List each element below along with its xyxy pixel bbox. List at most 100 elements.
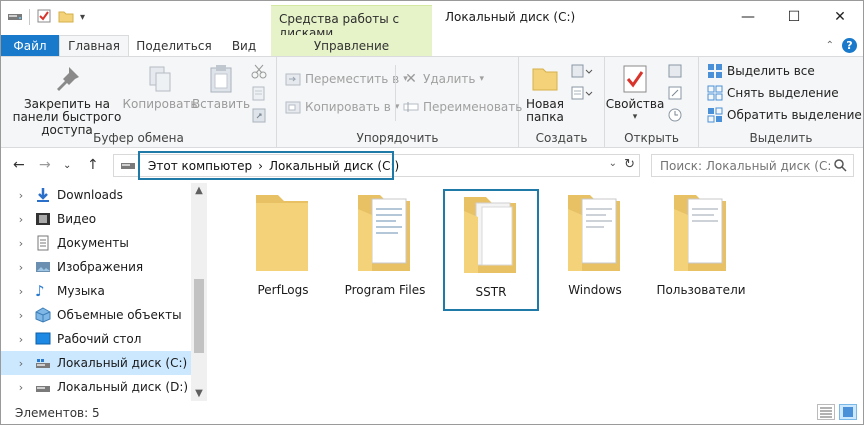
folder-label: Windows [568, 283, 622, 297]
collapse-ribbon-icon[interactable]: ⌃ [826, 40, 834, 51]
expand-icon[interactable]: › [13, 309, 29, 322]
search-icon[interactable] [833, 158, 847, 175]
new-folder-qat-icon[interactable] [58, 8, 74, 27]
close-button[interactable]: ✕ [817, 1, 863, 33]
copy-to-button[interactable]: Копировать в ▾ [285, 97, 399, 117]
invert-selection-button[interactable]: Обратить выделение [707, 105, 862, 125]
tab-manage[interactable]: Управление [271, 35, 432, 56]
paste-button[interactable]: Вставить [192, 63, 250, 111]
invert-selection-label: Обратить выделение [727, 108, 862, 122]
search-input[interactable] [652, 155, 832, 176]
expand-icon[interactable]: › [13, 213, 29, 226]
tab-file[interactable]: Файл [1, 35, 59, 56]
nav-item-music[interactable]: › ♪ Музыка [1, 279, 191, 303]
refresh-icon[interactable]: ↻ [624, 157, 635, 172]
move-to-icon [285, 71, 301, 87]
nav-item-documents[interactable]: › Документы [1, 231, 191, 255]
copy-path-icon[interactable] [251, 85, 267, 104]
up-button[interactable]: ↑ [87, 157, 99, 173]
expand-icon[interactable]: › [13, 237, 29, 250]
new-item-icon[interactable] [571, 63, 593, 82]
folder-item[interactable]: Windows [547, 189, 643, 311]
new-folder-button[interactable]: Новая папка [523, 63, 567, 124]
history-icon[interactable] [667, 107, 683, 126]
navigation-pane: › Downloads › Видео › Документы › Изобра… [1, 183, 207, 401]
address-dropdown-icon[interactable]: ⌄ [609, 158, 617, 169]
large-icons-view-icon[interactable] [839, 404, 857, 420]
edit-icon[interactable] [667, 85, 683, 104]
rename-button[interactable]: Переименовать [403, 97, 522, 117]
copy-button[interactable]: Копировать [123, 63, 197, 111]
rename-label: Переименовать [423, 100, 523, 114]
help-icon[interactable]: ? [842, 38, 857, 53]
folder-label: PerfLogs [257, 283, 309, 297]
scroll-down-icon[interactable]: ▼ [191, 388, 207, 399]
nav-item-local-disk-c[interactable]: › Локальный диск (C:) [1, 351, 191, 375]
properties-qat-icon[interactable] [36, 8, 52, 27]
qat-dropdown-icon[interactable]: ▾ [80, 12, 85, 23]
delete-button[interactable]: ✕ Удалить ▾ [403, 69, 484, 89]
folder-label: Program Files [344, 283, 426, 297]
video-icon [35, 211, 51, 227]
nav-item-3d-objects[interactable]: › Объемные объекты [1, 303, 191, 327]
nav-item-local-disk-d[interactable]: › Локальный диск (D:) [1, 375, 191, 399]
context-tab-header: Средства работы с дисками [271, 5, 432, 40]
pin-icon [51, 63, 83, 95]
easy-access-icon[interactable] [571, 85, 593, 104]
tab-view[interactable]: Вид [221, 35, 267, 56]
address-highlight [138, 151, 394, 180]
tab-home[interactable]: Главная [59, 35, 129, 56]
window-controls: — ☐ ✕ [725, 1, 863, 33]
nav-item-video[interactable]: › Видео [1, 207, 191, 231]
scroll-up-icon[interactable]: ▲ [191, 185, 207, 196]
pin-quick-access-button[interactable]: Закрепить на панели быстрого доступа [7, 63, 127, 137]
nav-item-pictures[interactable]: › Изображения [1, 255, 191, 279]
folder-item[interactable]: Program Files [337, 189, 433, 311]
delete-label: Удалить [423, 72, 476, 86]
expand-icon[interactable]: › [13, 261, 29, 274]
cut-icon[interactable] [251, 63, 267, 82]
nav-item-label: Downloads [57, 188, 123, 202]
delete-icon: ✕ [405, 71, 417, 87]
recent-locations-icon[interactable]: ⌄ [63, 160, 71, 171]
drive-address-icon [120, 159, 136, 176]
desktop-icon [35, 331, 51, 347]
select-none-button[interactable]: Снять выделение [707, 83, 839, 103]
search-box[interactable] [651, 154, 854, 177]
expand-icon[interactable]: › [13, 357, 29, 370]
nav-item-label: Изображения [57, 260, 144, 274]
back-button[interactable]: ← [13, 157, 25, 173]
folder-item[interactable]: Пользователи [653, 189, 749, 311]
select-all-button[interactable]: Выделить все [707, 61, 815, 81]
nav-scrollbar[interactable]: ▲ ▼ [191, 183, 207, 401]
folder-item-highlighted[interactable]: SSTR [443, 189, 539, 311]
expand-icon[interactable]: › [13, 189, 29, 202]
details-view-icon[interactable] [817, 404, 835, 420]
invert-selection-icon [707, 107, 723, 123]
expand-icon[interactable]: › [13, 333, 29, 346]
select-group-label: Выделить [749, 131, 813, 145]
maximize-button[interactable]: ☐ [771, 1, 817, 33]
move-to-label: Переместить в [305, 72, 400, 86]
expand-icon[interactable]: › [13, 381, 29, 394]
folder-item[interactable]: PerfLogs [235, 189, 331, 311]
forward-button[interactable]: → [39, 157, 51, 173]
documents-icon [35, 235, 51, 251]
address-row: ← → ⌄ ↑ Этот компьютер › Локальный диск … [1, 149, 863, 183]
expand-icon[interactable]: › [13, 285, 29, 298]
window-title: Локальный диск (C:) [445, 10, 576, 24]
move-to-button[interactable]: Переместить в ▾ [285, 69, 408, 89]
nav-item-label: Документы [57, 236, 129, 250]
paste-shortcut-icon[interactable] [251, 107, 267, 126]
music-icon: ♪ [35, 282, 45, 300]
item-count: Элементов: 5 [15, 406, 100, 420]
minimize-button[interactable]: — [725, 1, 771, 33]
nav-item-downloads[interactable]: › Downloads [1, 183, 191, 207]
tab-share[interactable]: Поделиться [133, 35, 215, 56]
scrollbar-thumb[interactable] [194, 279, 204, 353]
select-group: Выделить все Снять выделение Обратить вы… [699, 57, 863, 148]
properties-button[interactable]: Свойства ▾ [606, 63, 664, 124]
folder-with-documents-icon [674, 195, 726, 271]
open-icon[interactable] [667, 63, 683, 82]
nav-item-desktop[interactable]: › Рабочий стол [1, 327, 191, 351]
